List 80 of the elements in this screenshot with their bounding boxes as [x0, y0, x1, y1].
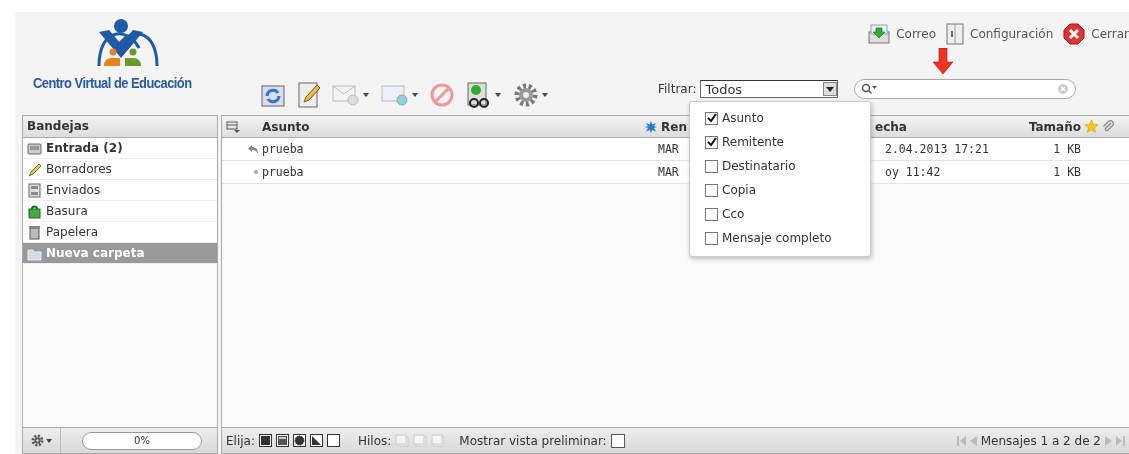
filter-checkbox[interactable]	[705, 183, 718, 197]
compose-button[interactable]	[298, 82, 320, 108]
select-label: Elija:	[226, 433, 255, 448]
message-date: oy 11:42	[884, 165, 941, 179]
message-size: 1 KB	[1053, 142, 1082, 156]
select-page-icon[interactable]	[276, 434, 289, 447]
block-icon	[430, 83, 454, 107]
message-count: Mensajes 1 a 2 de 2	[980, 433, 1101, 448]
gear-button[interactable]	[513, 82, 548, 108]
column-header: echa	[875, 119, 907, 134]
filter-option-label: Asunto	[722, 111, 764, 125]
sent-folder-icon	[27, 182, 42, 198]
threads-label: Hilos:	[358, 433, 392, 448]
star-icon	[1085, 120, 1098, 133]
caret-icon	[412, 93, 418, 97]
filter-checkbox[interactable]	[705, 159, 718, 173]
folder-item[interactable]: Basura	[23, 201, 217, 222]
filter-label: Filtrar:	[658, 82, 697, 96]
gear-icon	[31, 434, 44, 447]
folder-item[interactable]: Borradores	[23, 159, 217, 180]
filter-option-label: Cco	[722, 207, 745, 221]
filter-checkbox[interactable]	[705, 231, 718, 245]
panel-icon	[946, 23, 964, 45]
junk-folder-icon	[27, 203, 42, 219]
top-link[interactable]: Correo	[868, 24, 936, 44]
message-subject: prueba	[262, 165, 304, 179]
gear-icon	[513, 82, 539, 108]
caret-icon	[495, 93, 501, 97]
folder-item[interactable]: Enviados	[23, 180, 217, 201]
trash-folder-icon	[27, 224, 42, 240]
select-all-icon[interactable]	[259, 434, 272, 447]
caret-icon	[363, 93, 369, 97]
column-header: Asunto	[262, 119, 310, 134]
filter-checkbox[interactable]	[705, 111, 718, 125]
filter-option-label: Destinatario	[722, 159, 796, 173]
reply-icon	[332, 84, 360, 106]
close-icon	[1063, 23, 1086, 45]
filter-option-label: Mensaje completo	[722, 231, 832, 245]
select-none-icon[interactable]	[327, 434, 340, 447]
logo-text: Centro Virtual de Educación	[33, 74, 192, 91]
filter-checkbox[interactable]	[705, 207, 718, 221]
paperclip-icon	[1102, 120, 1114, 133]
refresh-button[interactable]	[260, 82, 286, 108]
select-unread-icon[interactable]	[293, 434, 306, 447]
message-date: 2.04.2013 17:21	[884, 142, 989, 156]
inbox-download-icon	[868, 24, 891, 44]
forward-icon	[381, 84, 409, 106]
filter-option-label: Remitente	[722, 135, 784, 149]
column-header: Tamaño	[1028, 119, 1082, 134]
quota-reading: 0%	[134, 435, 150, 446]
caret-icon	[542, 93, 548, 97]
folder-item[interactable]: Entrada (2)	[23, 138, 217, 159]
caret-icon	[46, 438, 52, 443]
check-icon	[706, 137, 717, 147]
inbox-folder-icon	[27, 140, 42, 156]
message-size: 1 KB	[1053, 165, 1082, 179]
starburst-icon	[645, 120, 657, 133]
check-glasses-icon	[466, 82, 492, 108]
top-link[interactable]: Configuración	[946, 23, 1054, 45]
drafts-folder-icon	[27, 161, 42, 177]
column-options-icon[interactable]	[226, 120, 240, 133]
folder-item[interactable]: Papelera	[23, 222, 217, 243]
panel-title: Bandejas	[23, 116, 217, 138]
down-arrow-icon	[933, 48, 954, 74]
refresh-icon	[260, 82, 286, 108]
preview-label: Mostrar vista preliminar:	[459, 433, 607, 448]
top-link[interactable]: Cerrar	[1063, 23, 1129, 45]
invert-selection-icon[interactable]	[310, 434, 323, 447]
column-header: Ren	[661, 119, 687, 134]
message-sender: MAR	[657, 165, 679, 179]
message-subject: prueba	[262, 142, 304, 156]
preview-checkbox[interactable]	[610, 433, 625, 448]
filter-dropdown[interactable]: Todos	[700, 80, 839, 98]
message-sender: MAR	[657, 142, 679, 156]
search-icon	[861, 83, 878, 95]
check-icon	[706, 113, 717, 123]
compose-icon	[298, 82, 320, 108]
check-glasses-button[interactable]	[466, 82, 501, 108]
filter-option-label: Copia	[722, 183, 757, 197]
filter-checkbox[interactable]	[705, 135, 718, 149]
